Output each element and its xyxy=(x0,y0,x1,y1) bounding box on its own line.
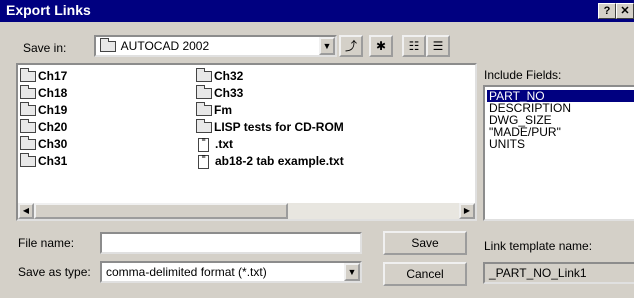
scroll-left-icon[interactable]: ◀ xyxy=(18,203,34,219)
file-name-text: .txt xyxy=(215,137,233,151)
save-in-value-wrap: AUTOCAD 2002 xyxy=(100,38,210,53)
title-bar: Export Links ? ✕ xyxy=(0,0,634,22)
file-name-text: Ch19 xyxy=(38,103,68,117)
folder-icon xyxy=(100,38,116,53)
save-as-type-label: Save as type: xyxy=(18,265,91,279)
file-name-text: Ch17 xyxy=(38,69,68,83)
save-in-dropdown[interactable]: AUTOCAD 2002 ▼ xyxy=(94,35,337,57)
folder-icon xyxy=(196,102,212,117)
save-button-label: Save xyxy=(411,236,439,250)
list-view-icon: ☷ xyxy=(408,39,420,53)
chevron-down-icon[interactable]: ▼ xyxy=(344,263,360,281)
list-item[interactable]: Ch32 xyxy=(196,68,244,83)
list-item[interactable]: Fm xyxy=(196,102,232,117)
save-as-type-dropdown[interactable]: comma-delimited format (*.txt) ▼ xyxy=(100,261,362,283)
folder-icon xyxy=(196,85,212,100)
file-name-input[interactable] xyxy=(100,232,362,254)
up-one-level-button[interactable]: ⤴ xyxy=(339,35,363,57)
link-template-value: _PART_NO_Link1 xyxy=(489,266,587,280)
save-in-value: AUTOCAD 2002 xyxy=(120,39,210,53)
folder-icon xyxy=(20,85,36,100)
list-item[interactable]: ≡ ab18-2 tab example.txt xyxy=(198,154,344,169)
file-name-text: Fm xyxy=(214,103,232,117)
include-fields-label: Include Fields: xyxy=(484,68,562,82)
text-file-icon: ≡ xyxy=(198,137,209,152)
new-folder-button[interactable]: ✱ xyxy=(369,35,393,57)
text-file-icon: ≡ xyxy=(198,154,209,169)
list-item[interactable]: Ch31 xyxy=(20,153,68,168)
details-view-button[interactable]: ☰ xyxy=(426,35,450,57)
cancel-button-label: Cancel xyxy=(406,267,444,281)
folder-icon xyxy=(20,136,36,151)
link-template-label: Link template name: xyxy=(484,239,593,253)
save-button[interactable]: Save xyxy=(383,231,467,255)
file-name-text: LISP tests for CD-ROM xyxy=(214,120,344,134)
folder-icon xyxy=(196,68,212,83)
file-name-text: Ch33 xyxy=(214,86,244,100)
list-item[interactable]: ≡ .txt xyxy=(198,137,233,152)
link-template-input[interactable]: _PART_NO_Link1 xyxy=(483,262,634,284)
details-view-icon: ☰ xyxy=(432,39,444,53)
new-folder-icon: ✱ xyxy=(375,39,387,53)
list-item[interactable]: LISP tests for CD-ROM xyxy=(196,119,344,134)
scrollbar-thumb[interactable] xyxy=(34,203,288,219)
save-as-type-value: comma-delimited format (*.txt) xyxy=(106,265,267,279)
file-name-label: File name: xyxy=(18,236,75,250)
folder-icon xyxy=(20,153,36,168)
list-view-button[interactable]: ☷ xyxy=(402,35,426,57)
file-name-text: Ch32 xyxy=(214,69,244,83)
list-item[interactable]: Ch18 xyxy=(20,85,68,100)
list-item[interactable]: Ch30 xyxy=(20,136,68,151)
file-name-text: Ch30 xyxy=(38,137,68,151)
horizontal-scrollbar[interactable]: ◀ ▶ xyxy=(18,203,475,219)
export-links-dialog: Export Links ? ✕ Save in: AUTOCAD 2002 ▼… xyxy=(0,0,634,298)
file-list[interactable]: Ch17 Ch18 Ch19 Ch20 Ch30 Ch31 Ch32 Ch33 … xyxy=(16,63,477,221)
folder-icon xyxy=(20,102,36,117)
scroll-right-icon[interactable]: ▶ xyxy=(459,203,475,219)
file-name-text: Ch18 xyxy=(38,86,68,100)
cancel-button[interactable]: Cancel xyxy=(383,262,467,286)
file-name-text: ab18-2 tab example.txt xyxy=(215,154,344,168)
close-button[interactable]: ✕ xyxy=(616,3,634,19)
folder-icon xyxy=(196,119,212,134)
up-folder-icon: ⤴ xyxy=(344,39,357,53)
file-name-text: Ch20 xyxy=(38,120,68,134)
chevron-down-icon[interactable]: ▼ xyxy=(319,37,335,55)
save-in-label: Save in: xyxy=(23,41,67,55)
folder-icon xyxy=(20,68,36,83)
dialog-title: Export Links xyxy=(6,2,91,18)
list-item[interactable]: UNITS xyxy=(487,138,634,150)
file-name-text: Ch31 xyxy=(38,154,68,168)
list-item[interactable]: Ch20 xyxy=(20,119,68,134)
list-item[interactable]: Ch17 xyxy=(20,68,68,83)
include-fields-list[interactable]: PART_NO DESCRIPTION DWG_SIZE "MADE/PUR" … xyxy=(483,85,634,221)
list-item[interactable]: Ch33 xyxy=(196,85,244,100)
help-button[interactable]: ? xyxy=(598,3,616,19)
folder-icon xyxy=(20,119,36,134)
list-item[interactable]: Ch19 xyxy=(20,102,68,117)
